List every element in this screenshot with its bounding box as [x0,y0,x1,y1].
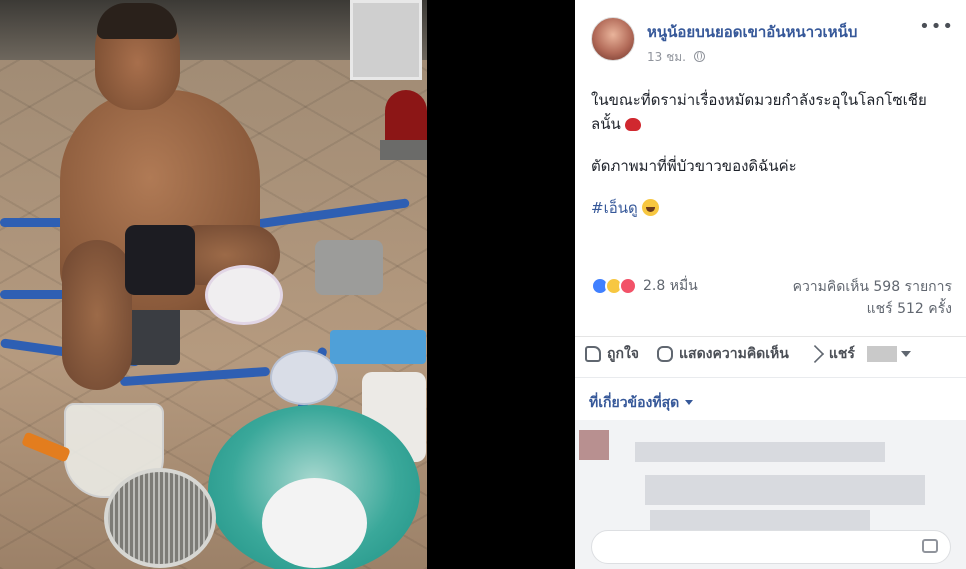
shelf [350,0,422,80]
comment-filter-dropdown[interactable]: ที่เกี่ยวข้องที่สุด [589,392,694,414]
hashtag-link[interactable]: #เอ็นดู [591,199,638,217]
reaction-count[interactable]: 2.8 หมื่น [643,275,698,297]
share-button[interactable]: แชร์ [805,343,855,365]
hose [0,290,70,299]
stand [380,140,427,160]
laughing-face-icon [641,199,659,216]
audience-selector[interactable] [866,345,911,362]
reaction-summary[interactable]: 2.8 หมื่น [591,276,698,296]
thumbs-up-icon [585,345,601,362]
boxing-glove-icon [624,118,641,131]
blurred-avatar [579,430,609,460]
comment-label: แสดงความคิดเห็น [679,345,789,362]
post-paragraph: ตัดภาพมาที่พี่บัวขาวของดิฉันค่ะ [591,157,797,175]
plates [270,350,338,405]
blurred-comment [650,510,870,530]
comment-button[interactable]: แสดงความคิดเห็น [657,343,789,365]
water-pipe [330,330,426,364]
more-options-button[interactable]: ••• [919,16,954,37]
audience-avatar [866,345,897,362]
like-button[interactable]: ถูกใจ [585,343,639,365]
post-meta: 13 ชม. [647,48,705,67]
share-label: แชร์ [828,345,855,362]
comment-filter-label: ที่เกี่ยวข้องที่สุด [589,395,680,411]
share-arrow-icon [805,344,824,363]
comment-count[interactable]: ความคิดเห็น 598 รายการ [793,276,952,298]
leg [62,240,132,390]
divider [575,377,966,378]
shorts [125,225,195,295]
bowl [205,265,283,325]
post-text: ในขณะที่ดราม่าเรื่องหมัดมวยกำลังระอุในโล… [591,88,953,238]
love-reaction-icon [619,277,637,295]
post-paragraph: #เอ็นดู [591,196,953,220]
blurred-comment [635,442,885,462]
white-bowl [262,478,367,568]
engagement-counts: ความคิดเห็น 598 รายการ แชร์ 512 ครั้ง [793,276,952,320]
post-photo[interactable] [0,0,427,569]
chevron-down-icon [685,400,694,405]
blurred-comment [645,475,925,505]
strainer [104,468,216,568]
post-header: หนูน้อยบนยอดเขาอันหนาวเหน็บ 13 ชม. ••• [575,0,966,75]
share-count[interactable]: แชร์ 512 ครั้ง [793,298,952,320]
post-paragraph-text: ในขณะที่ดราม่าเรื่องหมัดมวยกำลังระอุในโล… [591,91,927,133]
post-paragraph: ในขณะที่ดราม่าเรื่องหมัดมวยกำลังระอุในโล… [591,88,953,136]
post-time[interactable]: 13 ชม. [647,50,686,64]
hair [97,3,177,39]
like-label: ถูกใจ [607,345,639,362]
globe-icon [693,51,705,62]
comment-bubble-icon [657,345,673,362]
author-name[interactable]: หนูน้อยบนยอดเขาอันหนาวเหน็บ [647,20,857,44]
post-panel: หนูน้อยบนยอดเขาอันหนาวเหน็บ 13 ชม. ••• ใ… [575,0,966,569]
camera-icon[interactable] [922,539,938,553]
chevron-down-icon [900,350,911,357]
comments-section [575,420,966,569]
avatar[interactable] [591,17,635,61]
comment-input[interactable] [591,530,951,564]
pot [315,240,383,295]
action-bar: ถูกใจ แสดงความคิดเห็น แชร์ [575,336,966,370]
